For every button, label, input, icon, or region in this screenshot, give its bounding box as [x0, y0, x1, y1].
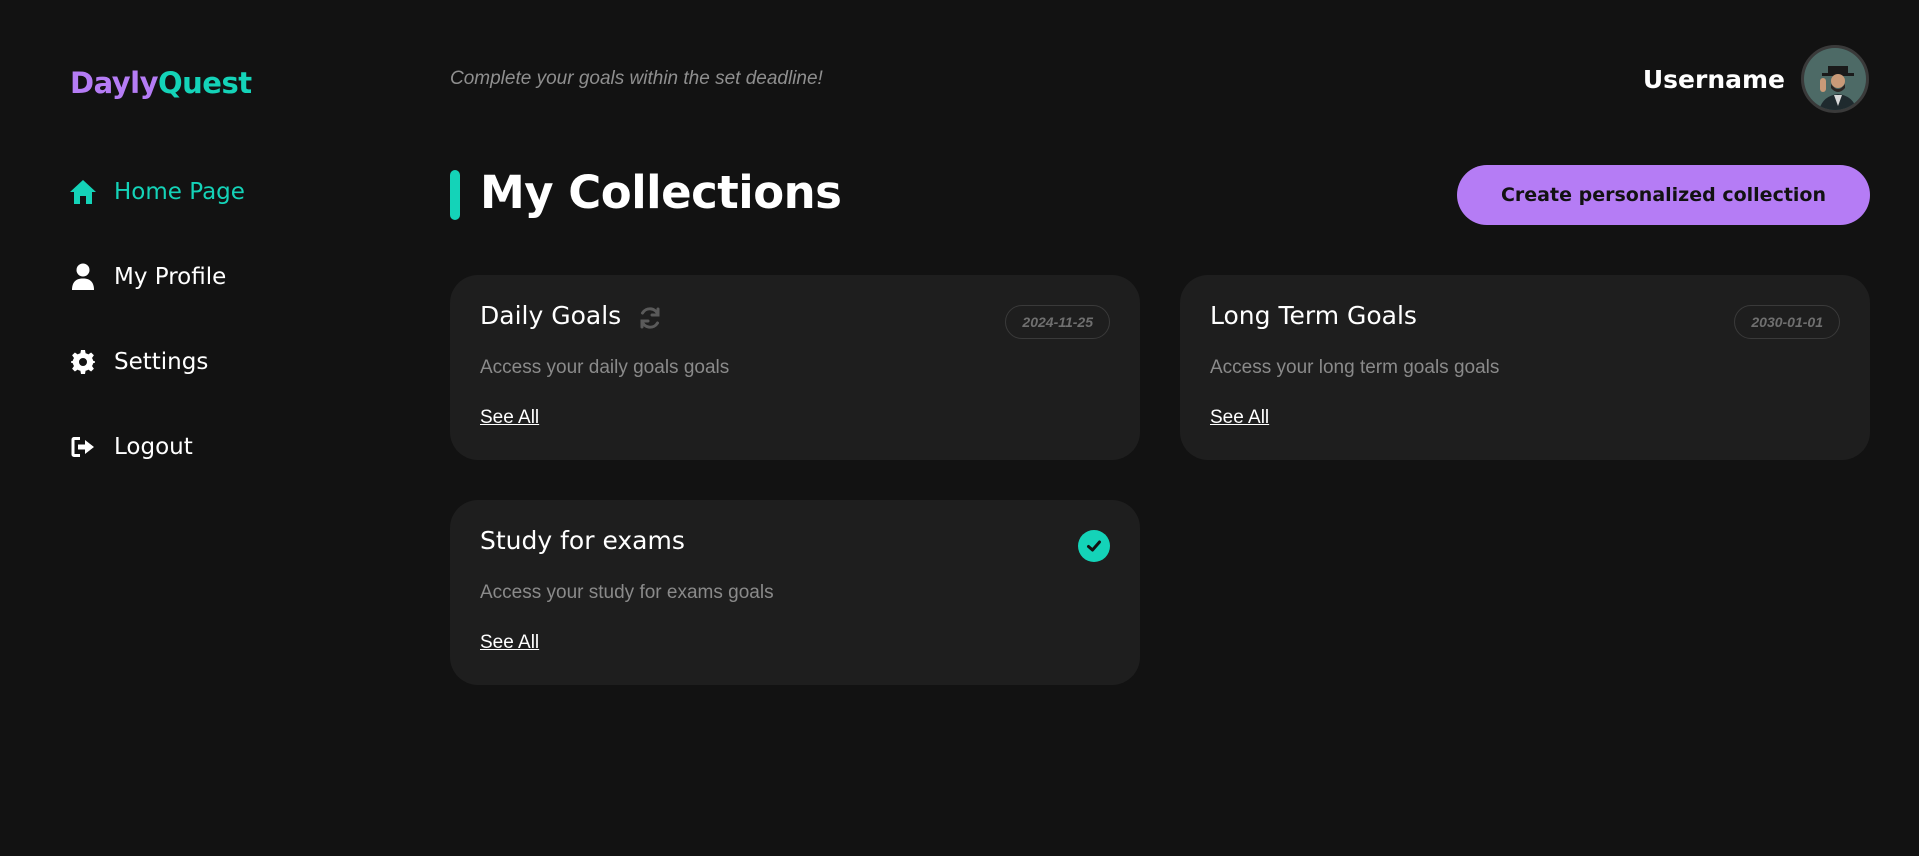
page-title: My Collections — [480, 166, 842, 219]
collection-title: Study for exams — [480, 526, 685, 555]
collection-card: Daily Goals 2024-11-25 Access your daily… — [450, 275, 1140, 460]
sidebar-item-home[interactable]: Home Page — [68, 172, 245, 212]
sidebar-item-logout[interactable]: Logout — [68, 427, 193, 467]
logout-icon — [68, 432, 98, 462]
see-all-link[interactable]: See All — [1210, 407, 1269, 429]
avatar[interactable] — [1801, 45, 1869, 113]
username: Username — [1642, 64, 1785, 94]
sidebar-item-settings[interactable]: Settings — [68, 342, 208, 382]
see-all-link[interactable]: See All — [480, 632, 539, 654]
logo-part-quest: Quest — [158, 66, 252, 100]
user-menu[interactable]: Username — [1643, 45, 1869, 113]
deadline-badge: 2030-01-01 — [1734, 305, 1840, 339]
sidebar-item-label: Home Page — [114, 179, 245, 205]
user-icon — [68, 262, 98, 292]
sidebar-item-label: Settings — [114, 349, 209, 375]
deadline-badge: 2024-11-25 — [1005, 305, 1110, 339]
title-accent-bar — [450, 170, 460, 220]
collection-card: Long Term Goals 2030-01-01 Access your l… — [1180, 275, 1870, 460]
logo-part-dayly: Dayly — [70, 66, 159, 100]
refresh-icon[interactable] — [635, 303, 665, 333]
avatar-portrait — [1804, 48, 1866, 110]
collection-title: Daily Goals — [480, 301, 622, 330]
collection-description: Access your daily goals goals — [480, 357, 730, 378]
collection-card: Study for exams Access your study for ex… — [450, 500, 1140, 685]
sidebar-item-label: My Profile — [114, 264, 227, 290]
collection-title: Long Term Goals — [1210, 301, 1417, 330]
sidebar-item-label: Logout — [114, 434, 193, 460]
check-circle-icon[interactable] — [1078, 530, 1110, 562]
create-collection-button[interactable]: Create personalized collection — [1457, 165, 1870, 225]
header-tagline: Complete your goals within the set deadl… — [450, 68, 823, 89]
collection-description: Access your study for exams goals — [480, 582, 774, 603]
logo[interactable]: DaylyQuest — [70, 66, 252, 100]
collection-description: Access your long term goals goals — [1210, 357, 1500, 378]
sidebar: DaylyQuest Home Page My Profile Settings… — [0, 0, 420, 856]
sidebar-item-profile[interactable]: My Profile — [68, 257, 226, 297]
gear-icon — [68, 347, 98, 377]
home-icon — [68, 177, 98, 207]
see-all-link[interactable]: See All — [480, 407, 539, 429]
